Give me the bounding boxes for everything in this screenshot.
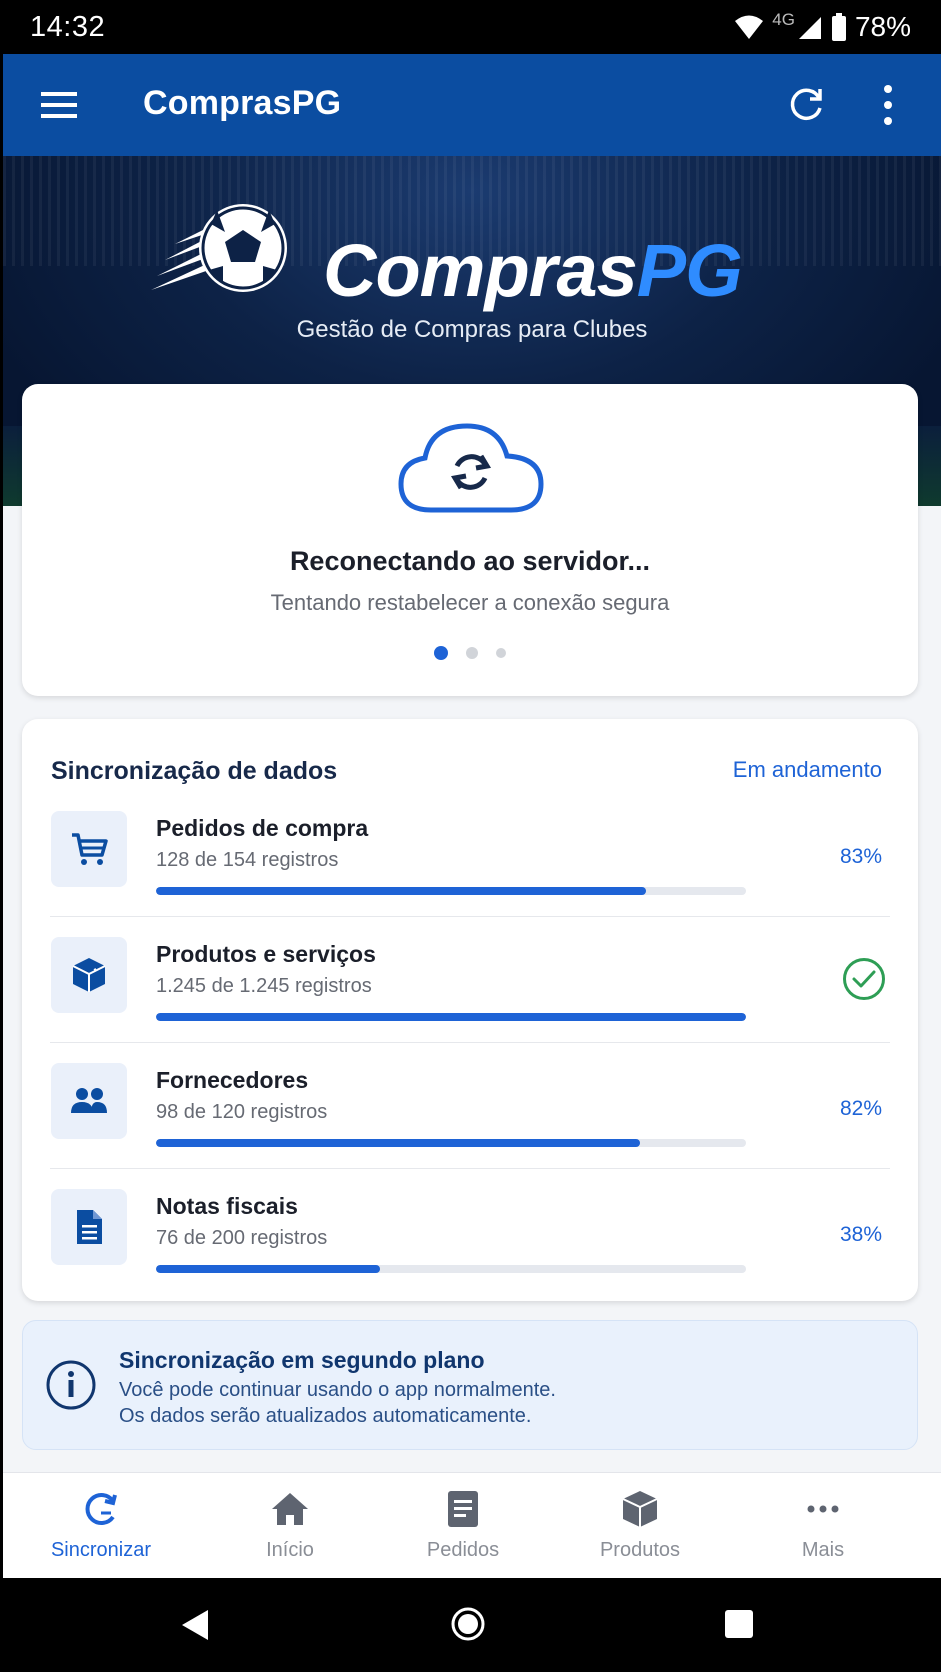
- progress-bar: [156, 887, 746, 895]
- row-percent: 38%: [839, 1223, 882, 1246]
- reconnect-title: Reconectando ao servidor...: [289, 546, 651, 576]
- row-percent: 83%: [839, 845, 882, 868]
- back-icon[interactable]: [180, 1608, 210, 1642]
- cloud-sync-icon: [398, 423, 544, 513]
- progress-fill: [156, 1265, 381, 1273]
- nav-label: Mais: [801, 1539, 845, 1561]
- nav-label: Sincronizar: [50, 1539, 152, 1561]
- nav-label: Início: [266, 1539, 314, 1561]
- orders-icon: [448, 1491, 478, 1527]
- products-icon: [622, 1491, 658, 1527]
- system-navigation-bar: [0, 1578, 941, 1672]
- page-dot-3[interactable]: [496, 648, 506, 658]
- info-icon: [46, 1360, 96, 1410]
- nav-inicio[interactable]: Início: [210, 1473, 370, 1579]
- progress-fill: [156, 1013, 746, 1021]
- row-count: 1.245 de 1.245 registros: [156, 975, 372, 997]
- progress-bar: [156, 1013, 746, 1021]
- bottom-navigation: Sincronizar Início Pedidos Produtos Mais: [3, 1472, 941, 1578]
- row-title: Notas fiscais: [156, 1193, 298, 1219]
- page-indicator: [22, 646, 918, 660]
- row-count: 76 de 200 registros: [156, 1227, 328, 1249]
- info-text-1: Você pode continuar usando o app normalm…: [119, 1379, 556, 1401]
- home-button-icon[interactable]: [450, 1606, 486, 1642]
- document-icon: [51, 1189, 127, 1265]
- more-horizontal-icon: [807, 1505, 839, 1513]
- row-count: 98 de 120 registros: [156, 1101, 328, 1123]
- box-icon: [51, 937, 127, 1013]
- status-bar: 14:32 4G 78%: [0, 0, 941, 54]
- row-count: 128 de 154 registros: [156, 849, 339, 871]
- page-dot-2[interactable]: [466, 647, 478, 659]
- brand-main: Compras: [323, 229, 638, 312]
- people-icon: [51, 1063, 127, 1139]
- row-title: Pedidos de compra: [156, 815, 369, 841]
- status-indicators: 4G 78%: [734, 10, 911, 43]
- nav-label: Pedidos: [426, 1539, 500, 1561]
- recents-icon[interactable]: [724, 1609, 754, 1639]
- progress-bar: [156, 1139, 746, 1147]
- sync-icon: [85, 1493, 117, 1525]
- wifi-icon: [735, 15, 764, 39]
- refresh-icon[interactable]: [786, 84, 826, 124]
- sync-card: Sincronização de dados Em andamento Pedi…: [22, 719, 918, 1301]
- cart-icon: [51, 811, 127, 887]
- reconnect-subtitle: Tentando restabelecer a conexão segura: [270, 590, 670, 615]
- nav-produtos[interactable]: Produtos: [560, 1473, 720, 1579]
- nav-mais[interactable]: Mais: [743, 1473, 903, 1579]
- sync-title: Sincronização de dados: [51, 757, 338, 785]
- app-title: ComprasPG: [143, 84, 342, 122]
- brand-wordmark: ComprasPG: [323, 228, 743, 313]
- hamburger-menu-icon[interactable]: [41, 90, 77, 120]
- brand-accent: PG: [636, 229, 743, 312]
- sync-row-produtos[interactable]: Produtos e serviços 1.245 de 1.245 regis…: [22, 917, 918, 1043]
- signal-icon: [798, 17, 821, 39]
- reconnect-card: Reconectando ao servidor... Tentando res…: [22, 384, 918, 696]
- progress-bar: [156, 1265, 746, 1273]
- nav-pedidos[interactable]: Pedidos: [383, 1473, 543, 1579]
- more-vertical-icon[interactable]: [880, 84, 896, 126]
- info-title: Sincronização em segundo plano: [119, 1347, 485, 1373]
- battery-level: 78%: [854, 11, 911, 42]
- check-circle-icon: [843, 958, 885, 1000]
- main-content: Reconectando ao servidor... Tentando res…: [3, 384, 941, 1472]
- sync-row-notas-fiscais[interactable]: Notas fiscais 76 de 200 registros 38%: [22, 1169, 918, 1295]
- sync-status-link[interactable]: Em andamento: [733, 757, 882, 783]
- info-text-2: Os dados serão atualizados automaticamen…: [119, 1405, 532, 1427]
- progress-fill: [156, 1139, 640, 1147]
- page-dot-1[interactable]: [434, 646, 448, 660]
- home-icon: [272, 1493, 308, 1525]
- progress-fill: [156, 887, 646, 895]
- background-sync-info: Sincronização em segundo plano Você pode…: [22, 1320, 918, 1450]
- network-type: 4G: [772, 10, 795, 29]
- status-time: 14:32: [30, 10, 106, 43]
- nav-sincronizar[interactable]: Sincronizar: [21, 1473, 181, 1579]
- sync-row-pedidos[interactable]: Pedidos de compra 128 de 154 registros 8…: [22, 791, 918, 917]
- sync-row-fornecedores[interactable]: Fornecedores 98 de 120 registros 82%: [22, 1043, 918, 1169]
- app-bar: ComprasPG: [3, 54, 941, 156]
- nav-label: Produtos: [599, 1539, 681, 1561]
- battery-icon: [831, 13, 846, 41]
- row-title: Produtos e serviços: [156, 941, 376, 967]
- row-title: Fornecedores: [156, 1067, 309, 1093]
- row-percent: 82%: [839, 1097, 882, 1120]
- hero-subtitle: Gestão de Compras para Clubes: [296, 316, 648, 343]
